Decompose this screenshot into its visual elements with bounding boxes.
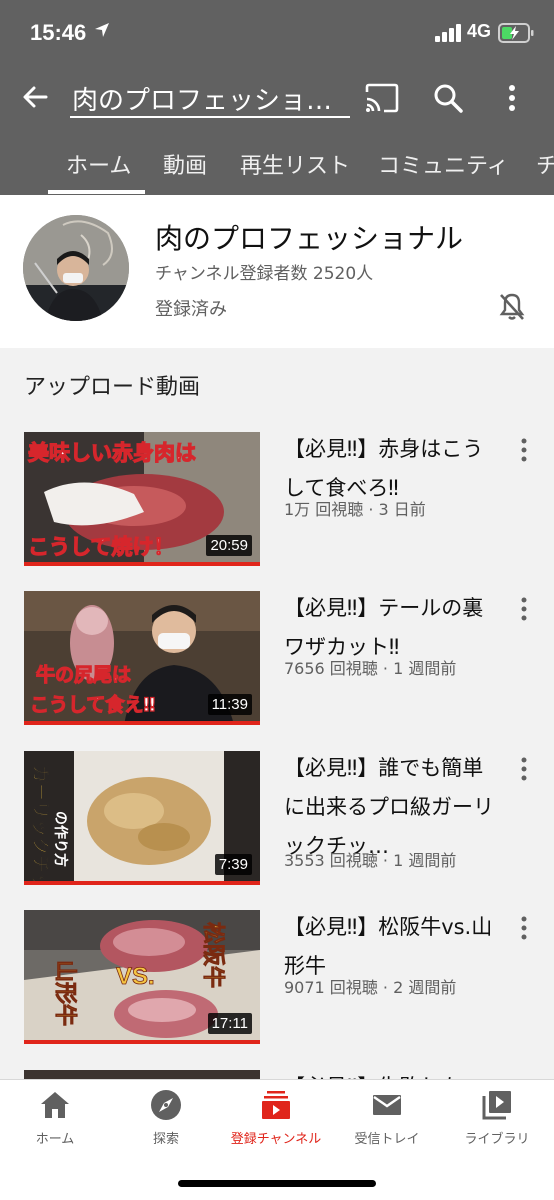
watch-progress-bar bbox=[24, 721, 260, 725]
home-icon bbox=[41, 1092, 69, 1118]
location-arrow-icon bbox=[95, 23, 109, 37]
video-thumbnail[interactable]: 牛の尻尾は こうして食え‼ 11:39 bbox=[24, 591, 260, 725]
video-thumbnail[interactable]: ガーリックチップ の作り方 7:39 bbox=[24, 751, 260, 885]
tab-home[interactable]: ホーム bbox=[66, 148, 131, 180]
section-title: アップロード動画 bbox=[24, 375, 201, 400]
video-more-icon[interactable] bbox=[514, 914, 534, 942]
nav-label: 登録チャンネル bbox=[230, 1132, 322, 1147]
app-bar-title: 肉のプロフェッショ… bbox=[72, 86, 333, 116]
nav-home[interactable]: ホーム bbox=[0, 1088, 110, 1148]
video-more-icon[interactable] bbox=[514, 595, 534, 623]
compass-icon bbox=[151, 1090, 181, 1120]
library-icon bbox=[482, 1091, 511, 1120]
nav-label: 受信トレイ bbox=[354, 1132, 420, 1147]
nav-label: ライブラリ bbox=[464, 1132, 530, 1147]
nav-library[interactable]: ライブラリ bbox=[442, 1088, 552, 1148]
subscriptions-icon bbox=[262, 1091, 290, 1119]
video-item[interactable]: ガーリックチップ の作り方 7:39 【必見‼】誰でも簡単に出来るプロ級ガーリッ… bbox=[0, 751, 554, 885]
video-item[interactable]: 松阪牛 山形牛 VS. 17:11 【必見‼】松阪牛vs.山形牛 9071 回視… bbox=[0, 910, 554, 1044]
subscribed-status[interactable]: 登録済み bbox=[155, 295, 227, 321]
video-item[interactable]: 牛の尻尾は こうして食え‼ 11:39 【必見‼】テールの裏ワザカット‼ 765… bbox=[0, 591, 554, 725]
nav-label: 探索 bbox=[152, 1132, 179, 1147]
thumbnail-caption-top: 牛の尻尾は bbox=[36, 663, 131, 686]
channel-title-field[interactable]: 肉のプロフェッショ… bbox=[70, 78, 350, 118]
thumbnail-caption-bottom: こうして焼け！ bbox=[28, 535, 174, 559]
nav-subscriptions[interactable]: 登録チャンネル bbox=[221, 1088, 331, 1148]
tab-channels[interactable]: チ bbox=[536, 148, 554, 180]
notifications-off-icon[interactable] bbox=[496, 291, 528, 323]
channel-tabs: ホーム 動画 再生リスト コミュニティ チ bbox=[0, 130, 554, 195]
watch-progress-bar bbox=[24, 1040, 260, 1044]
thumbnail-caption-top: ガーリックチップ bbox=[29, 765, 51, 885]
cast-icon[interactable] bbox=[364, 82, 400, 114]
thumbnail-vs-label: VS. bbox=[116, 963, 155, 990]
inbox-icon bbox=[373, 1095, 401, 1115]
channel-header: 肉のプロフェッショナル チャンネル登録者数 2520人 登録済み bbox=[0, 195, 554, 348]
thumbnail-caption-bottom: こうして食え‼ bbox=[30, 693, 155, 716]
cellular-signal-icon bbox=[435, 24, 461, 42]
channel-avatar[interactable] bbox=[23, 215, 129, 321]
channel-name: 肉のプロフェッショナル bbox=[155, 222, 464, 255]
search-icon[interactable] bbox=[432, 82, 464, 114]
video-duration: 7:39 bbox=[214, 854, 252, 875]
video-meta: 1万 回視聴 · 3 日前 bbox=[284, 500, 426, 519]
video-thumbnail[interactable]: 美味しい赤身肉は こうして焼け！ 20:59 bbox=[24, 432, 260, 566]
tab-playlists[interactable]: 再生リスト bbox=[240, 148, 350, 180]
video-duration: 17:11 bbox=[207, 1013, 252, 1034]
back-arrow-icon[interactable] bbox=[20, 82, 50, 112]
home-indicator[interactable] bbox=[178, 1180, 376, 1187]
thumbnail-caption-bottom: 山形牛 bbox=[52, 960, 78, 1026]
subscriber-count: チャンネル登録者数 2520人 bbox=[155, 264, 374, 284]
video-duration: 11:39 bbox=[207, 694, 252, 715]
video-duration: 20:59 bbox=[206, 535, 252, 556]
nav-inbox[interactable]: 受信トレイ bbox=[332, 1088, 442, 1148]
thumbnail-caption-top: 美味しい赤身肉は bbox=[28, 441, 196, 465]
video-meta: 9071 回視聴 · 2 週間前 bbox=[284, 978, 457, 997]
more-vert-icon[interactable] bbox=[500, 82, 524, 114]
thumbnail-caption-top: 松阪牛 bbox=[200, 922, 226, 988]
video-thumbnail[interactable]: 松阪牛 山形牛 VS. 17:11 bbox=[24, 910, 260, 1044]
tab-community[interactable]: コミュニティ bbox=[378, 148, 509, 180]
app-header: 15:46 4G 肉のプロフェッショ… ホーム 動画 再生リスト コミュニティ … bbox=[0, 0, 554, 195]
video-more-icon[interactable] bbox=[514, 755, 534, 783]
thumbnail-caption-bottom: の作り方 bbox=[52, 811, 69, 867]
watch-progress-bar bbox=[24, 562, 260, 566]
tab-videos[interactable]: 動画 bbox=[163, 148, 207, 180]
video-meta: 7656 回視聴 · 1 週間前 bbox=[284, 659, 457, 678]
nav-explore[interactable]: 探索 bbox=[111, 1088, 221, 1148]
video-meta: 3553 回視聴 · 1 週間前 bbox=[284, 851, 457, 870]
video-more-icon[interactable] bbox=[514, 436, 534, 464]
status-time: 15:46 bbox=[30, 20, 87, 45]
nav-label: ホーム bbox=[35, 1132, 75, 1147]
network-type: 4G bbox=[467, 21, 492, 41]
watch-progress-bar bbox=[24, 881, 260, 885]
battery-charging-icon bbox=[498, 23, 534, 43]
status-bar: 15:46 4G bbox=[0, 0, 554, 66]
app-bar: 肉のプロフェッショ… bbox=[0, 66, 554, 130]
active-tab-indicator bbox=[48, 190, 145, 194]
video-item[interactable]: 美味しい赤身肉は こうして焼け！ 20:59 【必見‼】赤身はこうして食べろ‼ … bbox=[0, 432, 554, 566]
